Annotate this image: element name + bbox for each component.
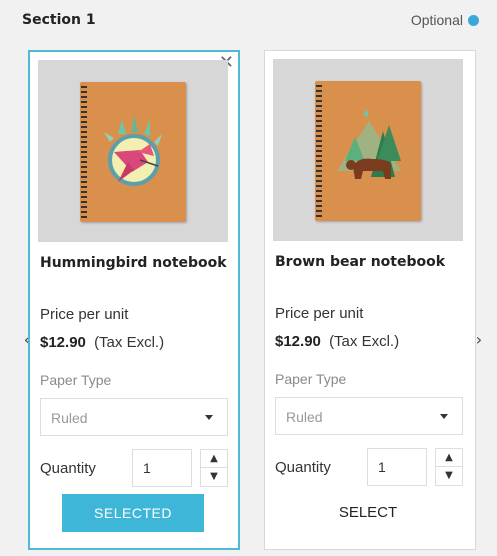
quantity-stepper[interactable]: ▲ ▼ xyxy=(435,448,463,486)
notebook-image xyxy=(80,82,186,222)
quantity-input[interactable] xyxy=(367,448,427,486)
price-label: Price per unit xyxy=(275,305,364,322)
section-header: Section 1 Optional xyxy=(0,0,497,42)
spiral-binding xyxy=(316,85,322,217)
selected-button[interactable]: SELECTED xyxy=(62,494,204,532)
paper-type-value: Ruled xyxy=(51,410,88,426)
increment-icon[interactable]: ▲ xyxy=(201,450,227,468)
hummingbird-illustration xyxy=(104,114,162,186)
info-icon[interactable] xyxy=(468,14,479,26)
quantity-label: Quantity xyxy=(40,460,96,477)
chevron-down-icon xyxy=(205,415,213,420)
quantity-input[interactable] xyxy=(132,449,192,487)
section-title: Section 1 xyxy=(22,12,96,28)
product-card-hummingbird[interactable]: ✕ Hummingbird notebook Price pe xyxy=(28,50,240,550)
product-image xyxy=(273,59,463,241)
product-carousel: ‹ › ✕ Hummingbird note xyxy=(10,42,488,552)
tax-note: (Tax Excl.) xyxy=(329,333,400,350)
product-name: Brown bear notebook xyxy=(275,254,446,270)
price-row: $12.90 (Tax Excl.) xyxy=(275,333,399,350)
price-value: $12.90 xyxy=(275,333,321,350)
paper-type-value: Ruled xyxy=(286,409,323,425)
decrement-icon[interactable]: ▼ xyxy=(201,468,227,486)
spiral-binding xyxy=(81,86,87,218)
select-button[interactable]: SELECT xyxy=(297,493,439,531)
paper-type-select[interactable]: Ruled xyxy=(40,398,228,436)
price-label: Price per unit xyxy=(40,306,129,323)
decrement-icon[interactable]: ▼ xyxy=(436,467,462,485)
optional-label: Optional xyxy=(410,12,463,28)
price-row: $12.90 (Tax Excl.) xyxy=(40,334,164,351)
increment-icon[interactable]: ▲ xyxy=(436,449,462,467)
paper-type-select[interactable]: Ruled xyxy=(275,397,463,435)
chevron-down-icon xyxy=(440,414,448,419)
product-name: Hummingbird notebook xyxy=(40,255,227,271)
quantity-stepper[interactable]: ▲ ▼ xyxy=(200,449,228,487)
notebook-image xyxy=(315,81,421,221)
price-value: $12.90 xyxy=(40,334,86,351)
product-card-brown-bear[interactable]: Brown bear notebook Price per unit $12.9… xyxy=(264,50,476,550)
product-image xyxy=(38,60,228,242)
paper-type-label: Paper Type xyxy=(40,372,112,388)
quantity-label: Quantity xyxy=(275,459,331,476)
bear-forest-illustration xyxy=(337,109,401,179)
optional-indicator: Optional xyxy=(411,12,479,28)
paper-type-label: Paper Type xyxy=(275,371,347,387)
tax-note: (Tax Excl.) xyxy=(94,334,165,351)
